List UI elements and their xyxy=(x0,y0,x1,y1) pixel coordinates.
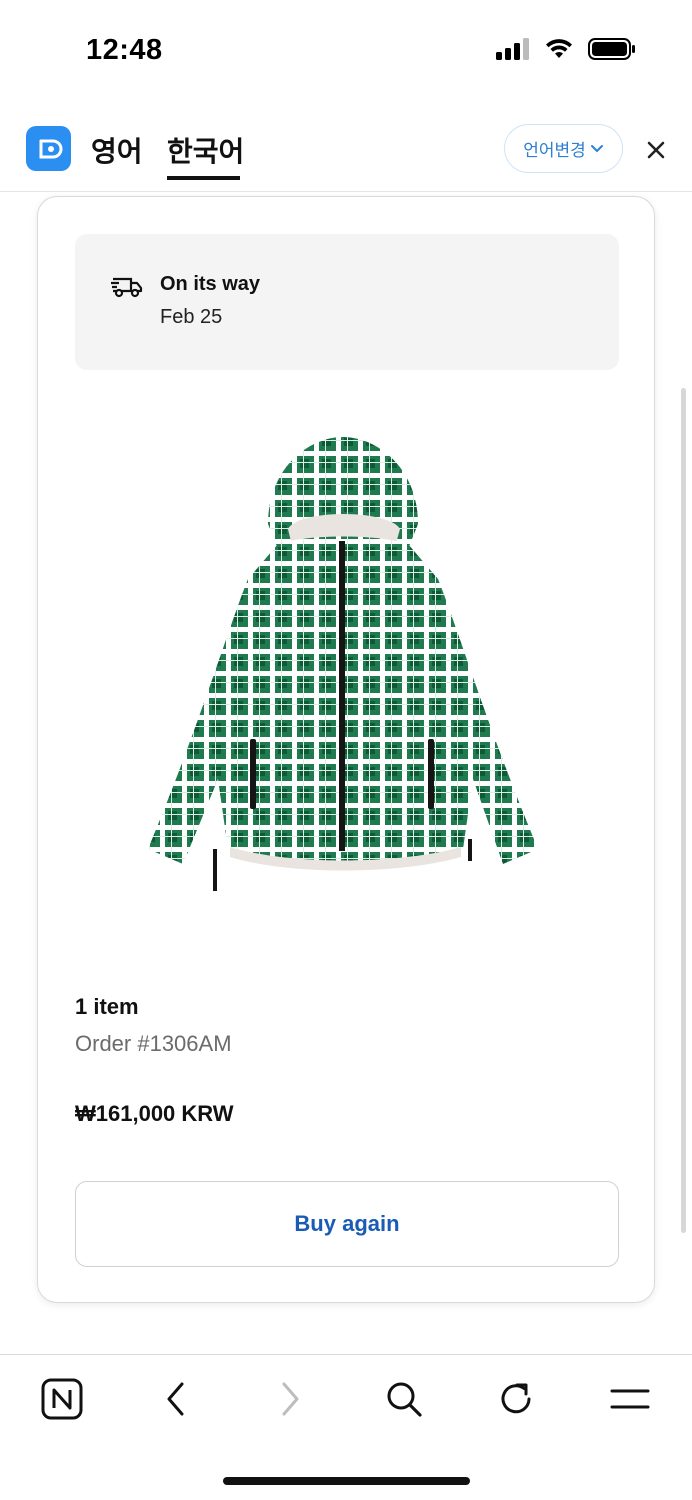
tab-korean[interactable]: 한국어 xyxy=(167,130,244,170)
language-change-button[interactable]: 언어변경 xyxy=(504,124,623,173)
status-time: 12:48 xyxy=(86,34,163,66)
forward-button[interactable] xyxy=(268,1377,312,1421)
battery-icon xyxy=(588,38,635,60)
active-tab-indicator xyxy=(167,176,240,180)
refresh-button[interactable] xyxy=(494,1377,538,1421)
scrollbar[interactable] xyxy=(681,388,686,1233)
forward-icon xyxy=(282,1382,299,1416)
item-count: 1 item xyxy=(75,994,139,1019)
tab-english[interactable]: 영어 xyxy=(91,130,143,170)
search-button[interactable] xyxy=(382,1377,426,1421)
order-price: ₩161,000 KRW xyxy=(75,1101,234,1126)
back-icon xyxy=(167,1382,184,1416)
naver-home-button[interactable] xyxy=(40,1377,84,1421)
bottom-toolbar xyxy=(0,1354,692,1500)
signal-icon xyxy=(496,38,529,60)
menu-icon xyxy=(610,1389,650,1409)
order-number: Order #1306AM xyxy=(75,1031,232,1056)
delivery-date: Feb 25 xyxy=(160,306,223,328)
menu-button[interactable] xyxy=(608,1377,652,1421)
search-icon xyxy=(387,1382,422,1417)
order-card: On its way Feb 25 1 item Order #1306AM ₩… xyxy=(37,196,655,1303)
n-logo-icon xyxy=(41,1378,83,1420)
close-icon xyxy=(647,141,665,159)
app-logo[interactable] xyxy=(26,126,71,171)
delivery-status-title: On its way xyxy=(160,273,261,295)
status-icons xyxy=(496,38,636,60)
language-change-label: 언어변경 xyxy=(523,141,586,161)
close-button[interactable] xyxy=(640,134,672,166)
back-button[interactable] xyxy=(154,1377,198,1421)
status-bar: 12:48 xyxy=(0,0,692,100)
buy-again-button[interactable]: Buy again xyxy=(75,1181,619,1267)
chevron-down-icon xyxy=(590,144,603,152)
delivery-status-box: On its way Feb 25 xyxy=(75,234,619,370)
truck-icon xyxy=(111,277,143,298)
wifi-icon xyxy=(546,39,572,58)
home-indicator xyxy=(223,1477,470,1485)
product-image-jacket[interactable] xyxy=(138,429,548,909)
translate-logo-icon xyxy=(39,139,62,158)
header: 영어 한국어 언어변경 xyxy=(0,104,692,192)
refresh-icon xyxy=(501,1383,531,1414)
